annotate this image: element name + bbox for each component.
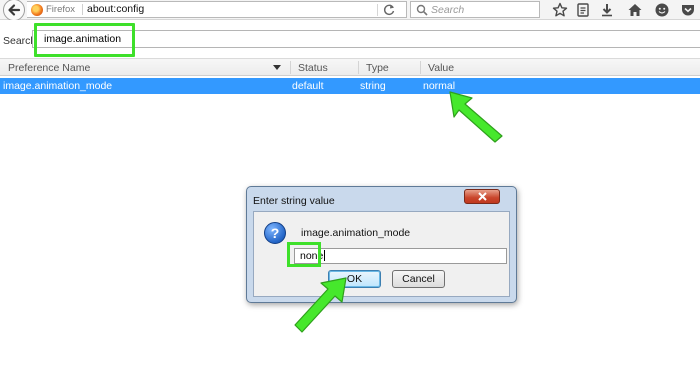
search-bar[interactable]: Search [410,1,540,18]
identity-label[interactable]: Firefox [46,4,75,15]
column-type[interactable]: Type [366,62,389,74]
cell-status: default [292,80,324,92]
annotation-arrow-ok [294,277,347,333]
pocket-icon[interactable] [680,2,696,18]
column-separator [290,61,291,74]
cell-type: string [360,80,386,92]
string-value-input[interactable]: none [294,248,507,264]
column-separator [358,61,359,74]
search-highlight-box [34,23,135,57]
column-status[interactable]: Status [298,62,328,74]
firefox-logo-icon [31,4,43,16]
text-caret [324,250,325,261]
column-header: Preference Name Status Type Value [0,58,700,76]
column-preference-name[interactable]: Preference Name [8,62,90,74]
url-separator [377,4,378,16]
back-button[interactable] [3,0,25,21]
annotation-arrow-value [449,91,503,143]
close-icon [478,192,487,201]
home-icon[interactable] [627,2,643,18]
cancel-button[interactable]: Cancel [392,270,445,288]
sort-arrow-icon[interactable] [273,65,281,70]
search-icon [416,4,428,19]
hello-icon[interactable] [654,2,670,18]
reading-list-icon[interactable] [575,2,591,18]
bookmark-star-icon[interactable] [552,2,568,18]
reload-icon[interactable] [382,3,396,17]
input-highlight-box [287,242,321,267]
table-row[interactable]: image.animation_mode default string norm… [0,78,700,94]
back-arrow-icon [8,4,21,16]
search-placeholder: Search [431,4,465,16]
dialog-close-button[interactable] [464,189,500,204]
url-divider [82,4,83,15]
column-value[interactable]: Value [428,62,454,74]
url-text[interactable]: about:config [87,3,144,15]
downloads-icon[interactable] [599,2,615,18]
dialog-prompt: image.animation_mode [301,227,411,239]
dialog-title: Enter string value [253,195,335,207]
navigation-toolbar: Firefox about:config Search [0,0,700,21]
column-separator [420,61,421,74]
cell-name: image.animation_mode [3,80,113,92]
question-icon: ? [264,222,286,244]
url-bar[interactable]: Firefox about:config [27,1,407,18]
